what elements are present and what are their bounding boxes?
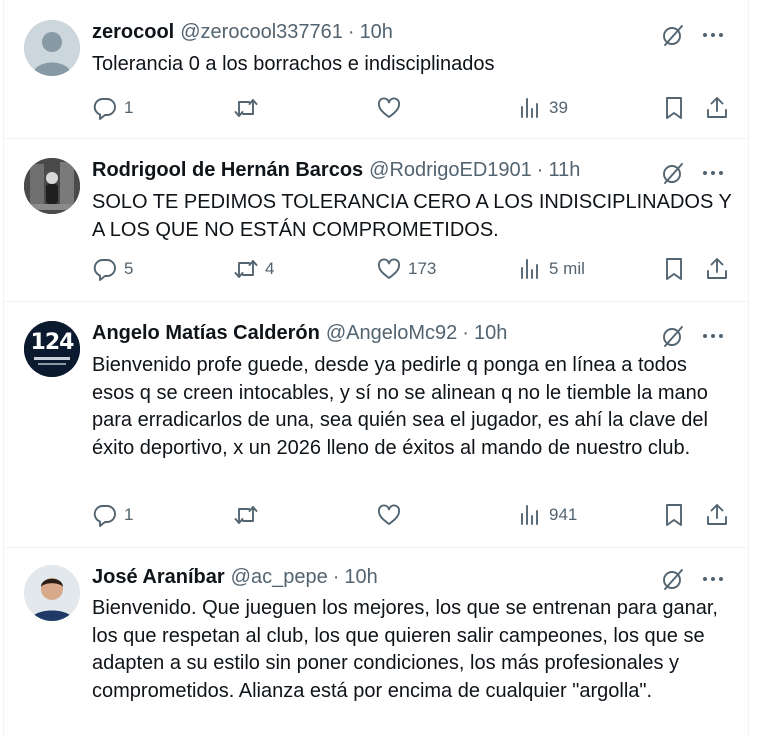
share-icon	[707, 258, 727, 279]
like-icon	[378, 504, 400, 525]
tweet-text: Bienvenido profe guede, desde ya pedirle…	[92, 354, 708, 459]
reply-icon	[93, 98, 116, 120]
user-photo-icon	[24, 565, 80, 621]
user-handle[interactable]: @zerocool337761	[180, 21, 343, 44]
tweet-text: Bienvenido. Que jueguen los mejores, los…	[92, 597, 718, 702]
view-count: 941	[549, 505, 578, 524]
views-icon	[521, 259, 538, 279]
views-button[interactable]: 39	[517, 95, 568, 121]
action-bar: 1 39	[4, 95, 748, 125]
retweet-count: 4	[265, 259, 275, 278]
more-icon[interactable]	[700, 323, 726, 349]
separator: ·	[536, 159, 544, 181]
tweet-text: SOLO TE PEDIMOS TOLERANCIA CERO A LOS IN…	[92, 191, 732, 241]
display-name[interactable]: Rodrigool de Hernán Barcos	[92, 159, 363, 182]
share-icon	[707, 97, 727, 118]
like-icon	[378, 258, 400, 279]
like-count: 173	[408, 259, 437, 278]
retweet-icon	[234, 99, 258, 117]
views-button[interactable]: 5 mil	[517, 256, 585, 282]
timestamp[interactable]: 11h	[548, 159, 580, 182]
like-button[interactable]: 173	[376, 256, 436, 282]
timestamp[interactable]: 10h	[360, 21, 393, 44]
bookmark-icon	[666, 504, 682, 526]
default-avatar-icon	[24, 20, 80, 76]
tweet[interactable]: José Araníbar @ac_pepe · 10h Bienvenido.…	[4, 547, 748, 735]
timeline: zerocool @zerocool337761 · 10h Toleranci…	[3, 0, 749, 735]
more-icon[interactable]	[700, 160, 726, 186]
display-name[interactable]: José Araníbar	[92, 566, 225, 589]
tweet[interactable]: 124 Angelo Matías Calderón @AngeloMc92 ·…	[4, 301, 748, 548]
user-handle[interactable]: @ac_pepe	[231, 566, 328, 589]
reply-icon	[93, 259, 116, 281]
reply-button[interactable]: 1	[92, 502, 133, 528]
tweet[interactable]: Rodrigool de Hernán Barcos @RodrigoED190…	[4, 138, 748, 302]
tweet-header: José Araníbar @ac_pepe · 10h	[92, 566, 378, 589]
grok-icon[interactable]	[660, 566, 686, 592]
bookmark-button[interactable]	[661, 502, 687, 528]
tweet-header: Angelo Matías Calderón @AngeloMc92 · 10h	[92, 322, 507, 345]
retweet-icon	[234, 506, 258, 524]
view-count: 39	[549, 98, 568, 117]
user-handle[interactable]: @RodrigoED1901	[369, 159, 532, 182]
share-button[interactable]	[704, 95, 730, 121]
reply-count: 1	[124, 505, 134, 524]
tweet[interactable]: zerocool @zerocool337761 · 10h Toleranci…	[4, 0, 748, 139]
views-icon	[521, 98, 538, 118]
reply-count: 1	[124, 98, 134, 117]
views-button[interactable]: 941	[517, 502, 577, 528]
more-icon[interactable]	[700, 22, 726, 48]
avatar-logo-text: 124	[30, 330, 75, 355]
bookmark-icon	[666, 97, 682, 119]
avatar[interactable]	[24, 565, 80, 621]
reply-count: 5	[124, 259, 134, 278]
reply-icon	[93, 505, 116, 527]
tweet-header: Rodrigool de Hernán Barcos @RodrigoED190…	[92, 159, 580, 182]
action-bar: 1 941	[4, 502, 748, 532]
views-icon	[521, 505, 538, 525]
grok-icon[interactable]	[660, 160, 686, 186]
avatar[interactable]	[24, 20, 80, 76]
retweet-button[interactable]	[233, 502, 265, 528]
bookmark-icon	[666, 258, 682, 280]
like-button[interactable]	[376, 502, 408, 528]
separator: ·	[347, 21, 355, 43]
separator: ·	[462, 322, 469, 344]
like-icon	[378, 97, 400, 118]
grok-icon[interactable]	[660, 22, 686, 48]
tweet-text: Tolerancia 0 a los borrachos e indiscipl…	[92, 53, 495, 75]
timestamp[interactable]: 10h	[474, 322, 507, 345]
retweet-icon	[234, 260, 258, 278]
display-name[interactable]: zerocool	[92, 21, 174, 44]
action-bar: 5 4 173 5 mil	[4, 256, 748, 286]
more-icon[interactable]	[700, 566, 726, 592]
user-handle[interactable]: @AngeloMc92	[326, 322, 457, 345]
bookmark-button[interactable]	[661, 95, 687, 121]
separator: ·	[332, 566, 340, 588]
grok-icon[interactable]	[660, 323, 686, 349]
share-icon	[707, 504, 727, 525]
bookmark-button[interactable]	[661, 256, 687, 282]
avatar[interactable]: 124	[24, 321, 80, 377]
share-button[interactable]	[704, 502, 730, 528]
tweet-header: zerocool @zerocool337761 · 10h	[92, 21, 393, 44]
retweet-button[interactable]: 4	[233, 256, 274, 282]
view-count: 5 mil	[549, 259, 585, 278]
avatar[interactable]	[24, 158, 80, 214]
user-photo-icon	[24, 158, 80, 214]
display-name[interactable]: Angelo Matías Calderón	[92, 322, 320, 345]
reply-button[interactable]: 1	[92, 95, 133, 121]
timestamp[interactable]: 10h	[344, 566, 377, 589]
retweet-button[interactable]	[233, 95, 265, 121]
share-button[interactable]	[704, 256, 730, 282]
like-button[interactable]	[376, 95, 408, 121]
reply-button[interactable]: 5	[92, 256, 133, 282]
